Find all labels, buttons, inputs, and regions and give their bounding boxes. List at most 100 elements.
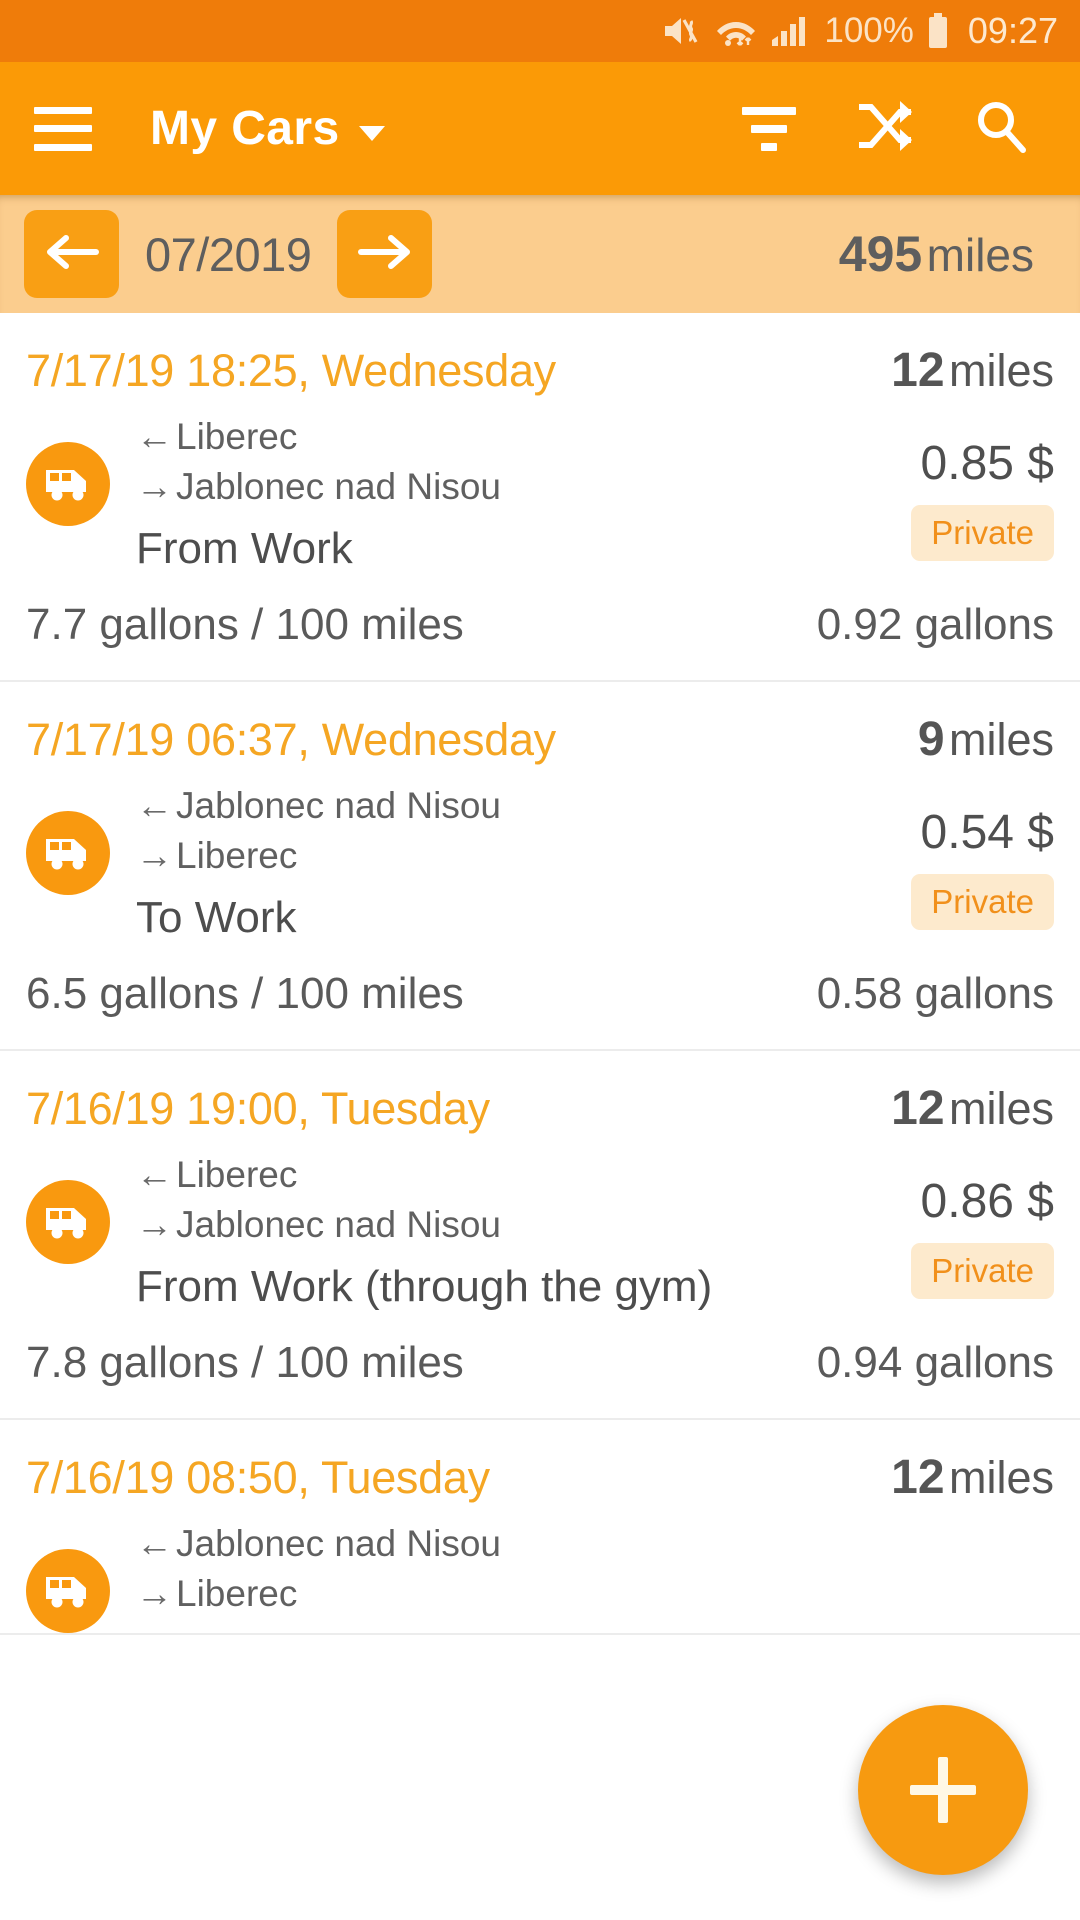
arrow-left-icon: ← xyxy=(136,1154,173,1195)
hamburger-menu-icon[interactable] xyxy=(34,106,92,151)
trip-distance-unit: miles xyxy=(948,1452,1054,1503)
trip-price: 0.86 $ xyxy=(920,1175,1054,1228)
status-badge: Private xyxy=(911,1243,1054,1299)
trip-distance-unit: miles xyxy=(948,345,1054,396)
trip-list[interactable]: 7/17/19 18:25, Wednesday 12 miles ← Libe… xyxy=(0,313,1080,1920)
trip-header: 7/16/19 08:50, Tuesday 12 miles xyxy=(26,1420,1054,1505)
trip-distance-unit: miles xyxy=(948,714,1054,765)
search-button[interactable] xyxy=(970,98,1032,160)
arrow-left-icon: ← xyxy=(136,1523,173,1564)
trip-cost-column: 0.54 $ Private xyxy=(911,785,1054,943)
current-month-label: 07/2019 xyxy=(145,227,312,281)
page-title[interactable]: My Cars xyxy=(150,101,340,156)
trip-header: 7/17/19 18:25, Wednesday 12 miles xyxy=(26,313,1054,398)
next-month-button[interactable] xyxy=(337,210,433,298)
month-total-value: 495 xyxy=(838,226,923,282)
trip-routes: ← Jablonec nad Nisou → Liberec To Work xyxy=(136,785,911,943)
battery-full-icon xyxy=(926,13,950,49)
trip-footer: 7.7 gallons / 100 miles 0.92 gallons xyxy=(26,574,1054,680)
chevron-down-icon[interactable] xyxy=(358,126,385,141)
van-icon xyxy=(26,1180,110,1264)
trip-price: 0.85 $ xyxy=(920,437,1054,490)
wifi-icon xyxy=(714,14,758,48)
trip-distance-value: 12 xyxy=(891,1082,945,1135)
table-row[interactable]: 7/16/19 19:00, Tuesday 12 miles ← Libere… xyxy=(0,1051,1080,1420)
trip-distance-value: 9 xyxy=(917,713,945,766)
battery-percent-label: 100% xyxy=(824,11,914,50)
arrow-left-icon xyxy=(44,230,100,279)
trip-header: 7/16/19 19:00, Tuesday 12 miles xyxy=(26,1051,1054,1136)
status-badge: Private xyxy=(911,505,1054,561)
cellular-signal-icon xyxy=(770,14,812,48)
trip-origin: ← Liberec xyxy=(136,416,911,458)
table-row[interactable]: 7/16/19 08:50, Tuesday 12 miles ← Jablon… xyxy=(0,1420,1080,1635)
previous-month-button[interactable] xyxy=(24,210,119,298)
trip-destination-label: Liberec xyxy=(176,835,298,876)
arrow-right-icon: → xyxy=(136,466,173,507)
trip-destination: → Jablonec nad Nisou xyxy=(136,466,911,508)
trip-distance: 12 miles xyxy=(891,343,1054,398)
trip-distance-unit: miles xyxy=(948,1083,1054,1134)
trip-header: 7/17/19 06:37, Wednesday 9 miles xyxy=(26,682,1054,767)
status-bar-clock: 09:27 xyxy=(967,10,1058,51)
trip-consumption-rate: 6.5 gallons / 100 miles xyxy=(26,969,464,1018)
trip-origin: ← Jablonec nad Nisou xyxy=(136,1523,1054,1565)
trip-destination: → Jablonec nad Nisou xyxy=(136,1204,911,1246)
trip-destination-label: Jablonec nad Nisou xyxy=(176,1204,501,1245)
trip-date: 7/17/19 18:25, Wednesday xyxy=(26,345,556,396)
status-bar: 100% 09:27 xyxy=(0,0,1080,62)
trip-consumption-rate: 7.7 gallons / 100 miles xyxy=(26,600,464,649)
trip-origin-label: Liberec xyxy=(176,1154,298,1195)
sort-button[interactable] xyxy=(854,98,916,160)
van-icon xyxy=(26,1549,110,1633)
trip-fuel-used: 0.94 gallons xyxy=(816,1338,1054,1387)
arrow-left-icon: ← xyxy=(136,785,173,826)
table-row[interactable]: 7/17/19 18:25, Wednesday 12 miles ← Libe… xyxy=(0,313,1080,682)
trip-fuel-used: 0.92 gallons xyxy=(816,600,1054,649)
trip-name: From Work (through the gym) xyxy=(136,1262,713,1311)
add-trip-button[interactable] xyxy=(858,1705,1028,1875)
trip-consumption-rate: 7.8 gallons / 100 miles xyxy=(26,1338,464,1387)
trip-name: From Work xyxy=(136,524,353,573)
app-bar-actions xyxy=(738,98,1046,160)
trip-footer: 7.8 gallons / 100 miles 0.94 gallons xyxy=(26,1312,1054,1418)
arrow-right-icon xyxy=(357,230,413,279)
month-total-distance: 495 miles xyxy=(839,225,1056,283)
trip-distance-value: 12 xyxy=(891,1451,945,1504)
trip-fuel-used: 0.58 gallons xyxy=(816,969,1054,1018)
trip-origin-label: Jablonec nad Nisou xyxy=(176,1523,501,1564)
trip-destination-label: Liberec xyxy=(176,1573,298,1614)
trip-distance: 9 miles xyxy=(918,712,1054,767)
trip-origin-label: Jablonec nad Nisou xyxy=(176,785,501,826)
app-bar: My Cars xyxy=(0,62,1080,195)
filter-button[interactable] xyxy=(738,98,800,160)
trip-body: ← Liberec → Jablonec nad Nisou From Work… xyxy=(26,1154,1054,1312)
trip-destination: → Liberec xyxy=(136,835,911,877)
trip-origin: ← Liberec xyxy=(136,1154,911,1196)
trip-distance-value: 12 xyxy=(891,344,945,397)
trip-body: ← Jablonec nad Nisou → Liberec xyxy=(26,1523,1054,1633)
trip-footer: 6.5 gallons / 100 miles 0.58 gallons xyxy=(26,943,1054,1049)
arrow-right-icon: → xyxy=(136,1573,173,1614)
trip-cost-column: 0.85 $ Private xyxy=(911,416,1054,574)
app-root: 100% 09:27 My Cars 07/2019 495 miles 7/1… xyxy=(0,0,1080,1920)
trip-cost-column: 0.86 $ Private xyxy=(911,1154,1054,1312)
shuffle-sort-icon xyxy=(854,95,916,162)
trip-origin: ← Jablonec nad Nisou xyxy=(136,785,911,827)
trip-date: 7/17/19 06:37, Wednesday xyxy=(26,714,556,765)
trip-routes: ← Jablonec nad Nisou → Liberec xyxy=(136,1523,1054,1633)
trip-destination-label: Jablonec nad Nisou xyxy=(176,466,501,507)
mute-vibrate-icon xyxy=(662,14,702,48)
trip-date: 7/16/19 19:00, Tuesday xyxy=(26,1083,490,1134)
trip-distance: 12 miles xyxy=(891,1081,1054,1136)
trip-routes: ← Liberec → Jablonec nad Nisou From Work… xyxy=(136,1154,911,1312)
search-icon xyxy=(971,96,1031,161)
trip-destination: → Liberec xyxy=(136,1573,1054,1615)
plus-icon xyxy=(910,1757,976,1823)
trip-price: 0.54 $ xyxy=(920,806,1054,859)
arrow-right-icon: → xyxy=(136,1204,173,1245)
van-icon xyxy=(26,442,110,526)
table-row[interactable]: 7/17/19 06:37, Wednesday 9 miles ← Jablo… xyxy=(0,682,1080,1051)
filter-icon xyxy=(742,106,796,151)
trip-body: ← Liberec → Jablonec nad Nisou From Work… xyxy=(26,416,1054,574)
